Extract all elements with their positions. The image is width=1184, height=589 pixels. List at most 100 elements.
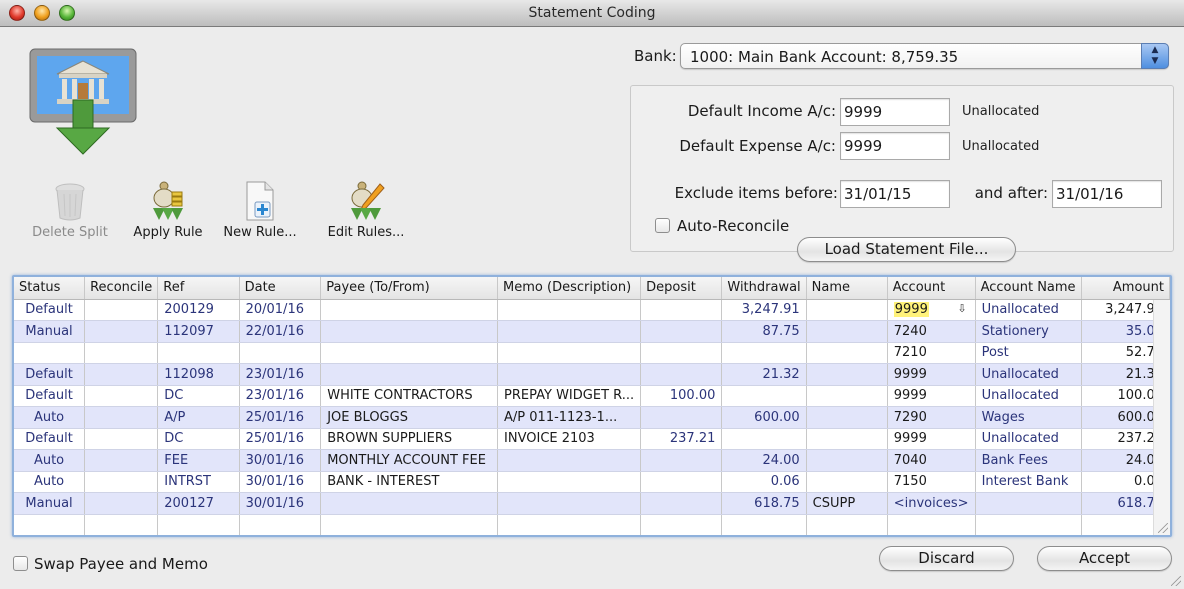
cell-name[interactable] <box>806 299 888 321</box>
table-row[interactable]: Default 200129 20/01/16 3,247.91 9999 ⇩ Unallo… <box>14 299 1170 321</box>
cell-account[interactable]: 9999 <box>887 363 976 386</box>
table-row[interactable]: Manual 112097 22/01/16 87.75 7240 Stationery 3… <box>14 320 1170 343</box>
cell-name[interactable] <box>806 514 888 535</box>
cell-reconcile[interactable] <box>84 449 159 472</box>
auto-reconcile-checkbox[interactable] <box>655 218 670 233</box>
cell-status[interactable]: Auto <box>14 471 86 493</box>
cell-status[interactable] <box>14 514 86 535</box>
column-header-memo[interactable]: Memo (Description) <box>497 277 642 300</box>
column-header-account-name[interactable]: Account Name <box>975 277 1082 300</box>
cell-deposit[interactable]: 237.21 <box>640 428 723 450</box>
cell-withdrawal[interactable]: 618.75 <box>721 492 807 515</box>
default-expense-field[interactable]: 9999 <box>840 132 950 160</box>
cell-withdrawal[interactable]: 21.32 <box>721 363 807 386</box>
cell-ref[interactable] <box>157 514 240 535</box>
cell-account-name[interactable] <box>975 514 1082 535</box>
table-row[interactable]: Manual 200127 30/01/16 618.75 CSUPP <invoices… <box>14 492 1170 515</box>
cell-reconcile[interactable] <box>84 514 159 535</box>
cell-reconcile[interactable] <box>84 428 159 450</box>
cell-name[interactable] <box>806 320 888 343</box>
cell-memo[interactable]: INVOICE 2103 <box>497 428 642 450</box>
cell-account-name[interactable]: Bank Fees <box>975 449 1082 472</box>
cell-payee[interactable] <box>320 299 499 321</box>
cell-account[interactable]: 7150 <box>887 471 976 493</box>
cell-deposit[interactable] <box>640 449 723 472</box>
cell-ref[interactable]: 200129 <box>157 299 240 321</box>
table-row[interactable]: Auto INTRST 30/01/16 BANK - INTEREST 0.06 715… <box>14 471 1170 493</box>
cell-name[interactable] <box>806 428 888 450</box>
cell-deposit[interactable] <box>640 363 723 386</box>
cell-account-name[interactable]: Unallocated <box>975 363 1082 386</box>
cell-date[interactable]: 25/01/16 <box>239 406 322 429</box>
table-row[interactable]: Default DC 23/01/16 WHITE CONTRACTORS PREPAY… <box>14 385 1170 407</box>
cell-status[interactable]: Manual <box>14 320 86 343</box>
column-header-name[interactable]: Name <box>806 277 888 300</box>
cell-payee[interactable] <box>320 514 499 535</box>
cell-payee[interactable] <box>320 492 499 515</box>
swap-payee-memo-checkbox[interactable] <box>13 556 28 571</box>
table-row[interactable]: 7210 Post 52.75 <box>14 342 1170 364</box>
cell-status[interactable]: Default <box>14 299 86 321</box>
table-row[interactable]: Default DC 25/01/16 BROWN SUPPLIERS INVOICE … <box>14 428 1170 450</box>
column-header-ref[interactable]: Ref <box>157 277 240 300</box>
cell-reconcile[interactable] <box>84 342 159 364</box>
table-resize-grip-icon[interactable] <box>1158 523 1168 533</box>
cell-account-name[interactable]: Interest Bank <box>975 471 1082 493</box>
cell-deposit[interactable] <box>640 342 723 364</box>
cell-payee[interactable]: BANK - INTEREST <box>320 471 499 493</box>
cell-account-name[interactable]: Wages <box>975 406 1082 429</box>
cell-account[interactable] <box>887 514 976 535</box>
cell-status[interactable]: Auto <box>14 449 86 472</box>
cell-payee[interactable]: JOE BLOGGS <box>320 406 499 429</box>
cell-withdrawal[interactable]: 87.75 <box>721 320 807 343</box>
cell-account[interactable]: <invoices> <box>887 492 976 515</box>
edit-rules-button[interactable]: Edit Rules... <box>316 180 416 240</box>
cell-account-name[interactable]: Post <box>975 342 1082 364</box>
cell-memo[interactable] <box>497 320 642 343</box>
cell-payee[interactable] <box>320 320 499 343</box>
cell-payee[interactable]: BROWN SUPPLIERS <box>320 428 499 450</box>
cell-withdrawal[interactable] <box>721 514 807 535</box>
cell-account-name[interactable]: Unallocated <box>975 299 1082 321</box>
cell-account[interactable]: 7040 <box>887 449 976 472</box>
cell-status[interactable] <box>14 342 86 364</box>
cell-deposit[interactable] <box>640 514 723 535</box>
cell-memo[interactable] <box>497 342 642 364</box>
cell-withdrawal[interactable]: 0.06 <box>721 471 807 493</box>
cell-ref[interactable]: A/P <box>157 406 240 429</box>
cell-status[interactable]: Default <box>14 385 86 407</box>
default-income-field[interactable]: 9999 <box>840 98 950 126</box>
cell-date[interactable] <box>239 342 322 364</box>
column-header-date[interactable]: Date <box>239 277 322 300</box>
cell-withdrawal[interactable] <box>721 385 807 407</box>
column-header-payee[interactable]: Payee (To/From) <box>320 277 499 300</box>
cell-status[interactable]: Default <box>14 428 86 450</box>
cell-name[interactable]: CSUPP <box>806 492 888 515</box>
new-rule-button[interactable]: New Rule... <box>210 180 310 240</box>
cell-withdrawal[interactable] <box>721 342 807 364</box>
cell-status[interactable]: Default <box>14 363 86 386</box>
cell-date[interactable]: 30/01/16 <box>239 449 322 472</box>
cell-status[interactable]: Manual <box>14 492 86 515</box>
cell-memo[interactable] <box>497 471 642 493</box>
cell-name[interactable] <box>806 471 888 493</box>
cell-account-name[interactable]: Unallocated <box>975 428 1082 450</box>
column-header-reconcile[interactable]: Reconcile <box>84 277 159 300</box>
table-row[interactable]: Auto A/P 25/01/16 JOE BLOGGS A/P 011-1123-1.… <box>14 406 1170 429</box>
cell-deposit[interactable] <box>640 492 723 515</box>
cell-name[interactable] <box>806 406 888 429</box>
column-header-amount[interactable]: Amount <box>1081 277 1170 300</box>
cell-deposit[interactable] <box>640 406 723 429</box>
column-header-status[interactable]: Status <box>14 277 86 300</box>
cell-account[interactable]: 7210 <box>887 342 976 364</box>
window-resize-grip-icon[interactable] <box>1171 576 1181 586</box>
cell-date[interactable]: 22/01/16 <box>239 320 322 343</box>
cell-withdrawal[interactable]: 24.00 <box>721 449 807 472</box>
cell-deposit[interactable]: 100.00 <box>640 385 723 407</box>
cell-reconcile[interactable] <box>84 385 159 407</box>
cell-memo[interactable] <box>497 299 642 321</box>
cell-name[interactable] <box>806 449 888 472</box>
cell-account-name[interactable] <box>975 492 1082 515</box>
cell-deposit[interactable] <box>640 320 723 343</box>
apply-rule-button[interactable]: Apply Rule <box>118 180 218 240</box>
